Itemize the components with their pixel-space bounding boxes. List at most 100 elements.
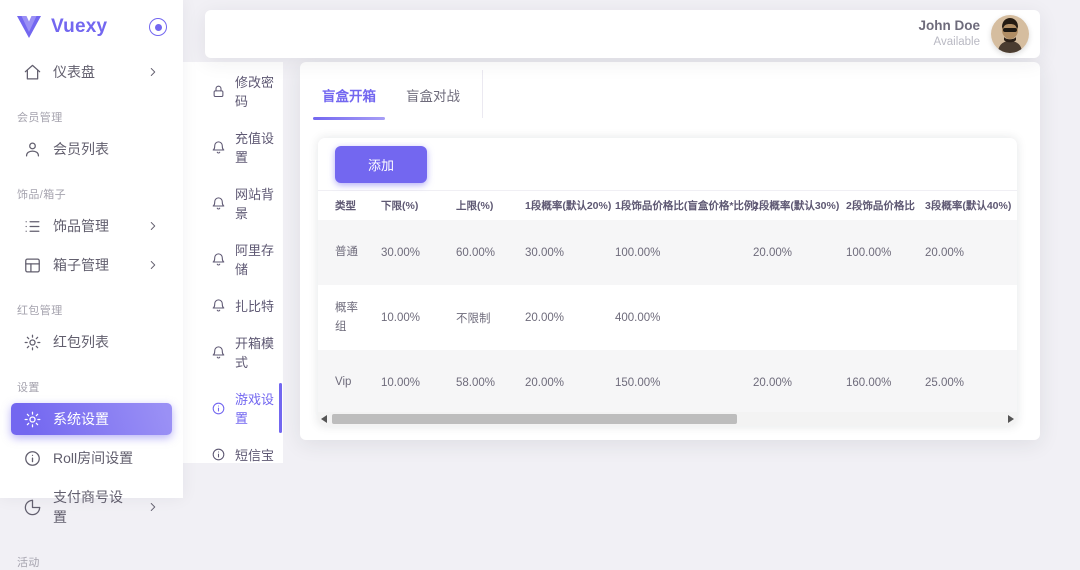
tab-blind-box-battle[interactable]: 盲盒对战: [404, 69, 462, 120]
sidebar-item-payment-merchant-settings[interactable]: 支付商号设置: [11, 481, 172, 533]
settings-menu-item-zhabite[interactable]: 扎比特: [183, 287, 283, 324]
tab-divider: [482, 70, 483, 118]
cell: 400.00%: [615, 312, 753, 324]
column-header: 1段饰品价格比(盲盒价格*比例): [615, 198, 753, 213]
list-icon: [23, 217, 42, 236]
cell: 58.00%: [456, 377, 525, 389]
column-header: 类型: [335, 198, 381, 213]
sidebar-nav: 仪表盘 会员管理 会员列表 饰品/箱子 饰品管理 箱子管理 红包管理 红包列表 …: [0, 54, 183, 570]
user-status: Available: [918, 35, 980, 49]
active-indicator-bar: [279, 383, 282, 433]
cell: 10.00%: [381, 312, 456, 324]
column-header: 2段概率(默认30%): [753, 198, 846, 213]
settings-menu-label: 充值设置: [235, 128, 283, 166]
sidebar-item-label: 箱子管理: [53, 255, 109, 275]
column-header: 1段概率(默认20%): [525, 198, 615, 213]
settings-menu-label: 开箱模式: [235, 333, 283, 371]
table-card: 添加 类型 下限(%) 上限(%) 1段概率(默认20%) 1段饰品价格比(盲盒…: [318, 138, 1017, 426]
settings-menu-item-change-password[interactable]: 修改密码: [183, 63, 283, 119]
settings-menu-label: 扎比特: [235, 296, 274, 315]
settings-menu-item-ali-storage[interactable]: 阿里存储: [183, 231, 283, 287]
tabs-bar: 盲盒开箱 盲盒对战: [300, 62, 1040, 120]
sidebar-item-member-list[interactable]: 会员列表: [11, 133, 172, 165]
sidebar-item-label: 饰品管理: [53, 216, 109, 236]
settings-menu-item-open-box-mode[interactable]: 开箱模式: [183, 324, 283, 380]
info-icon: [211, 447, 226, 462]
cell: 160.00%: [846, 377, 925, 389]
chevron-right-icon: [146, 219, 160, 233]
gear-icon: [23, 410, 42, 429]
column-header: 2段饰品价格比: [846, 198, 925, 213]
bell-icon: [211, 140, 226, 155]
scrollbar-track[interactable]: [330, 412, 1005, 426]
column-header: 下限(%): [381, 198, 456, 213]
cell: 100.00%: [846, 247, 925, 259]
cell: 20.00%: [753, 247, 846, 259]
table-header-row: 类型 下限(%) 上限(%) 1段概率(默认20%) 1段饰品价格比(盲盒价格*…: [318, 190, 1017, 220]
cell: 60.00%: [456, 247, 525, 259]
table-row[interactable]: 普通 30.00% 60.00% 30.00% 100.00% 20.00% 1…: [318, 220, 1017, 285]
cell: 20.00%: [525, 312, 615, 324]
sidebar-section-items-boxes: 饰品/箱子: [0, 186, 183, 202]
pin-dot-icon: [155, 24, 162, 31]
bell-icon: [211, 196, 226, 211]
table-row[interactable]: Vip 10.00% 58.00% 20.00% 150.00% 20.00% …: [318, 350, 1017, 415]
chevron-right-icon: [146, 65, 160, 79]
sidebar-item-system-settings[interactable]: 系统设置: [11, 403, 172, 435]
sidebar-item-label: 系统设置: [53, 409, 109, 429]
settings-menu-item-sms[interactable]: 短信宝: [183, 436, 283, 473]
settings-menu-label: 阿里存储: [235, 240, 283, 278]
cell-type: 普通: [335, 243, 359, 261]
sidebar-item-dashboard[interactable]: 仪表盘: [11, 56, 172, 88]
add-button[interactable]: 添加: [335, 146, 427, 183]
settings-menu-item-site-background[interactable]: 网站背景: [183, 175, 283, 231]
horizontal-scrollbar[interactable]: [318, 412, 1017, 426]
cell: 10.00%: [381, 377, 456, 389]
sidebar-item-label: 仪表盘: [53, 62, 95, 82]
sidebar-section-members: 会员管理: [0, 109, 183, 125]
bell-icon: [211, 298, 226, 313]
gear-icon: [23, 333, 42, 352]
content-card: 盲盒开箱 盲盒对战 添加 类型 下限(%) 上限(%) 1段概率(默认20%) …: [300, 62, 1040, 440]
sidebar-item-roll-room-settings[interactable]: Roll房间设置: [11, 442, 172, 474]
sidebar-item-redpacket-list[interactable]: 红包列表: [11, 326, 172, 358]
cell: 30.00%: [381, 247, 456, 259]
info-icon: [23, 449, 42, 468]
brand-header: Vuexy: [0, 0, 183, 54]
scroll-right-arrow-icon[interactable]: [1005, 412, 1017, 426]
pie-chart-icon: [23, 498, 42, 517]
scrollbar-thumb[interactable]: [332, 414, 737, 424]
bell-icon: [211, 345, 226, 360]
sidebar-item-label: 红包列表: [53, 332, 109, 352]
vuexy-logo-icon: [16, 15, 42, 39]
sidebar-item-item-management[interactable]: 饰品管理: [11, 210, 172, 242]
cell: 25.00%: [925, 377, 1017, 389]
cell: 30.00%: [525, 247, 615, 259]
main-sidebar: Vuexy 仪表盘 会员管理 会员列表 饰品/箱子 饰品管理 箱子管理 红包管理: [0, 0, 183, 498]
settings-menu-label: 短信宝: [235, 445, 274, 464]
cell: 100.00%: [615, 247, 753, 259]
sidebar-section-redpacket: 红包管理: [0, 302, 183, 318]
settings-menu-item-game-settings[interactable]: 游戏设置: [183, 380, 283, 436]
sidebar-item-box-management[interactable]: 箱子管理: [11, 249, 172, 281]
user-icon: [23, 140, 42, 159]
info-icon: [211, 401, 226, 416]
settings-menu-label: 游戏设置: [235, 389, 283, 427]
home-icon: [23, 63, 42, 82]
column-header: 上限(%): [456, 198, 525, 213]
user-avatar[interactable]: [991, 15, 1029, 53]
settings-menu-item-recharge[interactable]: 充值设置: [183, 119, 283, 175]
tab-blind-box-open[interactable]: 盲盒开箱: [320, 69, 378, 120]
box-layout-icon: [23, 256, 42, 275]
table-row[interactable]: 概率组 10.00% 不限制 20.00% 400.00%: [318, 285, 1017, 350]
cell: 20.00%: [925, 247, 1017, 259]
menu-pin-toggle[interactable]: [149, 18, 167, 36]
cell-type: 概率组: [335, 299, 359, 336]
settings-menu: 修改密码 充值设置 网站背景 阿里存储 扎比特 开箱模式 游戏设置 短信宝: [183, 62, 283, 463]
column-header: 3段概率(默认40%): [925, 198, 1017, 213]
chevron-right-icon: [146, 258, 160, 272]
sidebar-section-activity: 活动: [0, 554, 183, 570]
table-toolbar: 添加: [318, 138, 1017, 190]
scroll-left-arrow-icon[interactable]: [318, 412, 330, 426]
bell-icon: [211, 252, 226, 267]
